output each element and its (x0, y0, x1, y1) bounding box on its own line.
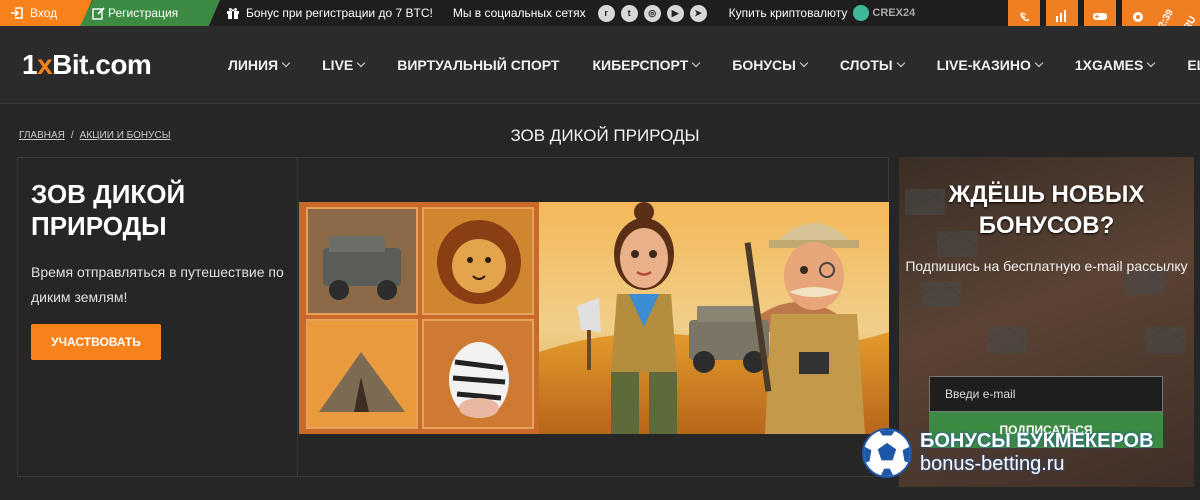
watermark-url: bonus-betting.ru (920, 453, 1065, 475)
envelope-icon (921, 281, 961, 307)
nav-item-more[interactable]: ЕЩЁ (1187, 57, 1200, 73)
promo-info: ЗОВ ДИКОЙ ПРИРОДЫ Время отправляться в п… (18, 158, 298, 476)
chevron-down-icon (1034, 58, 1044, 68)
edit-icon (92, 7, 105, 20)
nav-item-virtual-sport[interactable]: ВИРТУАЛЬНЫЙ СПОРТ (397, 57, 559, 73)
email-input[interactable]: Введи e-mail (929, 376, 1163, 412)
watermark-text: БОНУСЫ БУКМЕКЕРОВ bonus-betting.ru (920, 430, 1154, 476)
youtube-icon[interactable]: ▶ (666, 4, 684, 22)
nav-item-live-casino[interactable]: LIVE-КАЗИНО (936, 57, 1044, 73)
gear-icon (1133, 12, 1143, 22)
nav-label: ЕЩЁ (1187, 57, 1200, 73)
nav-label: КИБЕРСПОРТ (592, 57, 689, 73)
watermark-title: БОНУСЫ БУКМЕКЕРОВ (920, 430, 1154, 452)
nav-label: БОНУСЫ (732, 57, 796, 73)
logo-prefix: 1 (22, 48, 38, 80)
register-button[interactable]: Регистрация (80, 0, 220, 26)
crex24-label: CREX24 (872, 7, 916, 19)
nav-item-slots[interactable]: СЛОТЫ (839, 57, 905, 73)
main-nav: ЛИНИЯ LIVE ВИРТУАЛЬНЫЙ СПОРТ КИБЕРСПОРТ … (228, 26, 1200, 104)
chevron-down-icon (281, 58, 291, 68)
register-label: Регистрация (108, 6, 179, 20)
registration-bonus-text: Бонус при регистрации до 7 BTC! (246, 6, 433, 20)
nav-item-esports[interactable]: КИБЕРСПОРТ (592, 57, 701, 73)
chevron-down-icon (1147, 58, 1156, 68)
envelope-icon (1145, 327, 1185, 353)
reddit-icon[interactable]: r (597, 4, 615, 22)
login-icon (11, 7, 23, 19)
telegram-icon[interactable]: ➤ (689, 4, 707, 22)
site-logo[interactable]: 1 x Bit.com (22, 48, 152, 81)
login-button[interactable]: Вход (0, 0, 92, 26)
promo-card: ЗОВ ДИКОЙ ПРИРОДЫ Время отправляться в п… (17, 157, 889, 477)
gamepad-icon (1093, 13, 1107, 20)
newsletter-title: ЖДЁШЬ НОВЫХ БОНУСОВ? (948, 181, 1145, 239)
watermark: БОНУСЫ БУКМЕКЕРОВ bonus-betting.ru (862, 428, 1154, 478)
crex24-icon (853, 5, 870, 21)
nav-label: ЛИНИЯ (228, 57, 279, 73)
login-label: Вход (30, 6, 58, 20)
breadcrumb-promotions[interactable]: АКЦИИ И БОНУСЫ (80, 130, 171, 141)
nav-label: 1XGAMES (1074, 57, 1144, 73)
gift-icon (227, 8, 239, 19)
participate-button[interactable]: УЧАСТВОВАТЬ (31, 324, 161, 360)
bar-chart-icon (1056, 10, 1066, 22)
nav-item-line[interactable]: ЛИНИЯ (228, 57, 291, 73)
nav-label: ВИРТУАЛЬНЫЙ СПОРТ (397, 57, 560, 73)
logo-x: x (37, 48, 53, 80)
registration-bonus-link[interactable]: Бонус при регистрации до 7 BTC! (226, 6, 433, 20)
chevron-down-icon (357, 58, 366, 68)
nav-item-live[interactable]: LIVE (322, 57, 366, 73)
buy-crypto-label: Купить криптовалюту (728, 6, 848, 20)
nav-item-1xgames[interactable]: 1XGAMES (1074, 57, 1156, 73)
nav-label: LIVE-КАЗИНО (936, 57, 1031, 73)
breadcrumb: ГЛАВНАЯ / АКЦИИ И БОНУСЫ (19, 130, 171, 141)
nav-label: СЛОТЫ (839, 57, 893, 73)
nav-label: LIVE (322, 57, 354, 73)
page-title: ЗОВ ДИКОЙ ПРИРОДЫ (510, 126, 700, 145)
breadcrumb-home[interactable]: ГЛАВНАЯ (19, 130, 65, 141)
chevron-down-icon (799, 58, 809, 68)
soccer-ball-icon (862, 428, 912, 478)
social-label: Мы в социальных сетях (452, 6, 586, 20)
envelope-icon (987, 327, 1027, 353)
promo-banner-image (299, 202, 889, 434)
nav-item-bonuses[interactable]: БОНУСЫ (732, 57, 809, 73)
instagram-icon[interactable]: ◎ (643, 4, 661, 22)
social-links: Мы в социальных сетях r t ◎ ▶ ➤ (452, 4, 707, 22)
main-header: 1 x Bit.com ЛИНИЯ LIVE ВИРТУАЛЬНЫЙ СПОРТ К… (0, 26, 1200, 104)
breadcrumb-separator: / (70, 130, 74, 141)
crex24-logo: CREX24 (853, 5, 915, 21)
chevron-down-icon (692, 58, 701, 68)
twitter-icon[interactable]: t (620, 4, 638, 22)
chevron-down-icon (896, 58, 905, 68)
promo-title: ЗОВ ДИКОЙ ПРИРОДЫ (31, 179, 186, 241)
logo-suffix: Bit.com (52, 48, 152, 80)
currency-label: € (1016, 10, 1032, 24)
buy-crypto-link[interactable]: Купить криптовалюту CREX24 (728, 5, 915, 21)
promo-description: Время отправляться в путешествие по дики… (31, 264, 284, 305)
newsletter-description: Подпишись на бесплатную e-mail рассылку (905, 258, 1188, 274)
